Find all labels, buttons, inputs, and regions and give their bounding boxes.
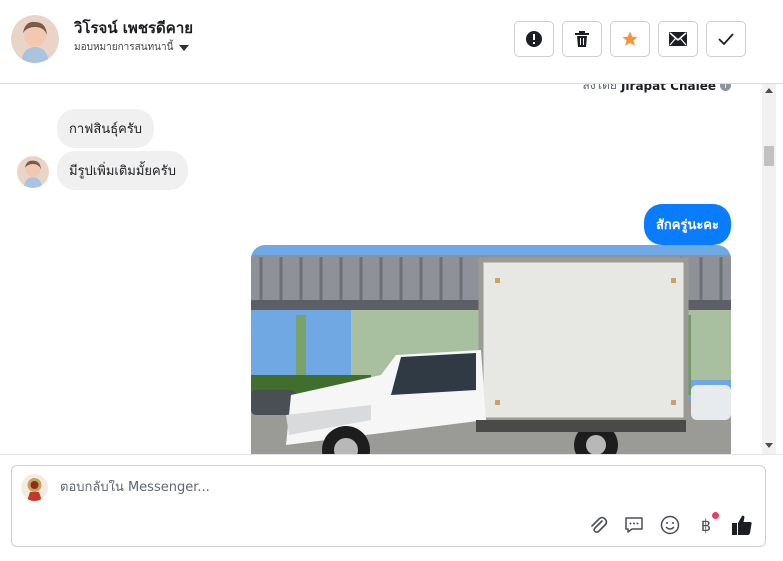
attach-button[interactable] [587,514,609,536]
report-button[interactable] [514,21,554,57]
sent-by-name: Jirapat Chalee [620,84,716,93]
caret-down-icon [179,44,190,51]
mark-done-button[interactable] [706,21,746,57]
attached-photo[interactable] [251,245,731,454]
scroll-thumb[interactable] [764,146,774,166]
composer-tools: ฿ [587,512,753,536]
sent-by-prefix: ส่งโดย [582,84,617,92]
emoji-button[interactable] [659,514,681,536]
saved-replies-button[interactable] [623,514,645,536]
incoming-message[interactable]: กาฟสินธุ์ครับ [57,109,155,148]
mark-unread-button[interactable] [658,21,698,57]
contact-avatar[interactable] [11,15,59,63]
payment-button[interactable]: ฿ [695,512,719,536]
baht-icon: ฿ [700,515,712,535]
incoming-message[interactable]: มีรูปเพิ่มเติมมั้ยครับ [57,151,188,190]
composer-divider [0,454,783,455]
info-icon[interactable]: i [720,84,731,91]
saved-reply-icon [625,517,643,533]
star-icon [622,31,638,46]
reply-composer: ฿ [11,465,766,547]
check-icon [718,33,734,46]
notification-dot [712,512,719,519]
scroll-up-arrow-icon[interactable] [765,88,773,93]
assign-label: มอบหมายการสนทนานี้ [74,42,174,53]
assign-conversation-dropdown[interactable]: มอบหมายการสนทนานี้ [74,40,190,55]
reply-input[interactable] [60,480,660,495]
scroll-down-arrow-icon[interactable] [765,443,773,448]
sent-by-label: ส่งโดย Jirapat Chalee i [582,84,731,95]
conversation-header: วิโรจน์ เพชรดีคาย มอบหมายการสนทนานี้ [0,0,783,84]
contact-avatar-small [17,156,49,188]
page-avatar [21,474,48,501]
contact-name: วิโรจน์ เพชรดีคาย [74,19,194,37]
like-icon [732,515,752,535]
envelope-icon [669,32,687,46]
outgoing-message[interactable]: สักครู่นะคะ [643,204,731,245]
attach-icon [591,516,608,533]
emoji-icon [660,515,680,535]
star-button[interactable] [610,21,650,57]
trash-icon [575,31,589,47]
like-button[interactable] [731,514,753,536]
message-thread: ส่งโดย Jirapat Chalee i กาฟสินธุ์ครับ มี… [0,84,783,454]
header-actions [514,21,746,57]
exclamation-icon [526,31,542,47]
delete-button[interactable] [562,21,602,57]
thread-scrollbar[interactable] [762,84,776,454]
